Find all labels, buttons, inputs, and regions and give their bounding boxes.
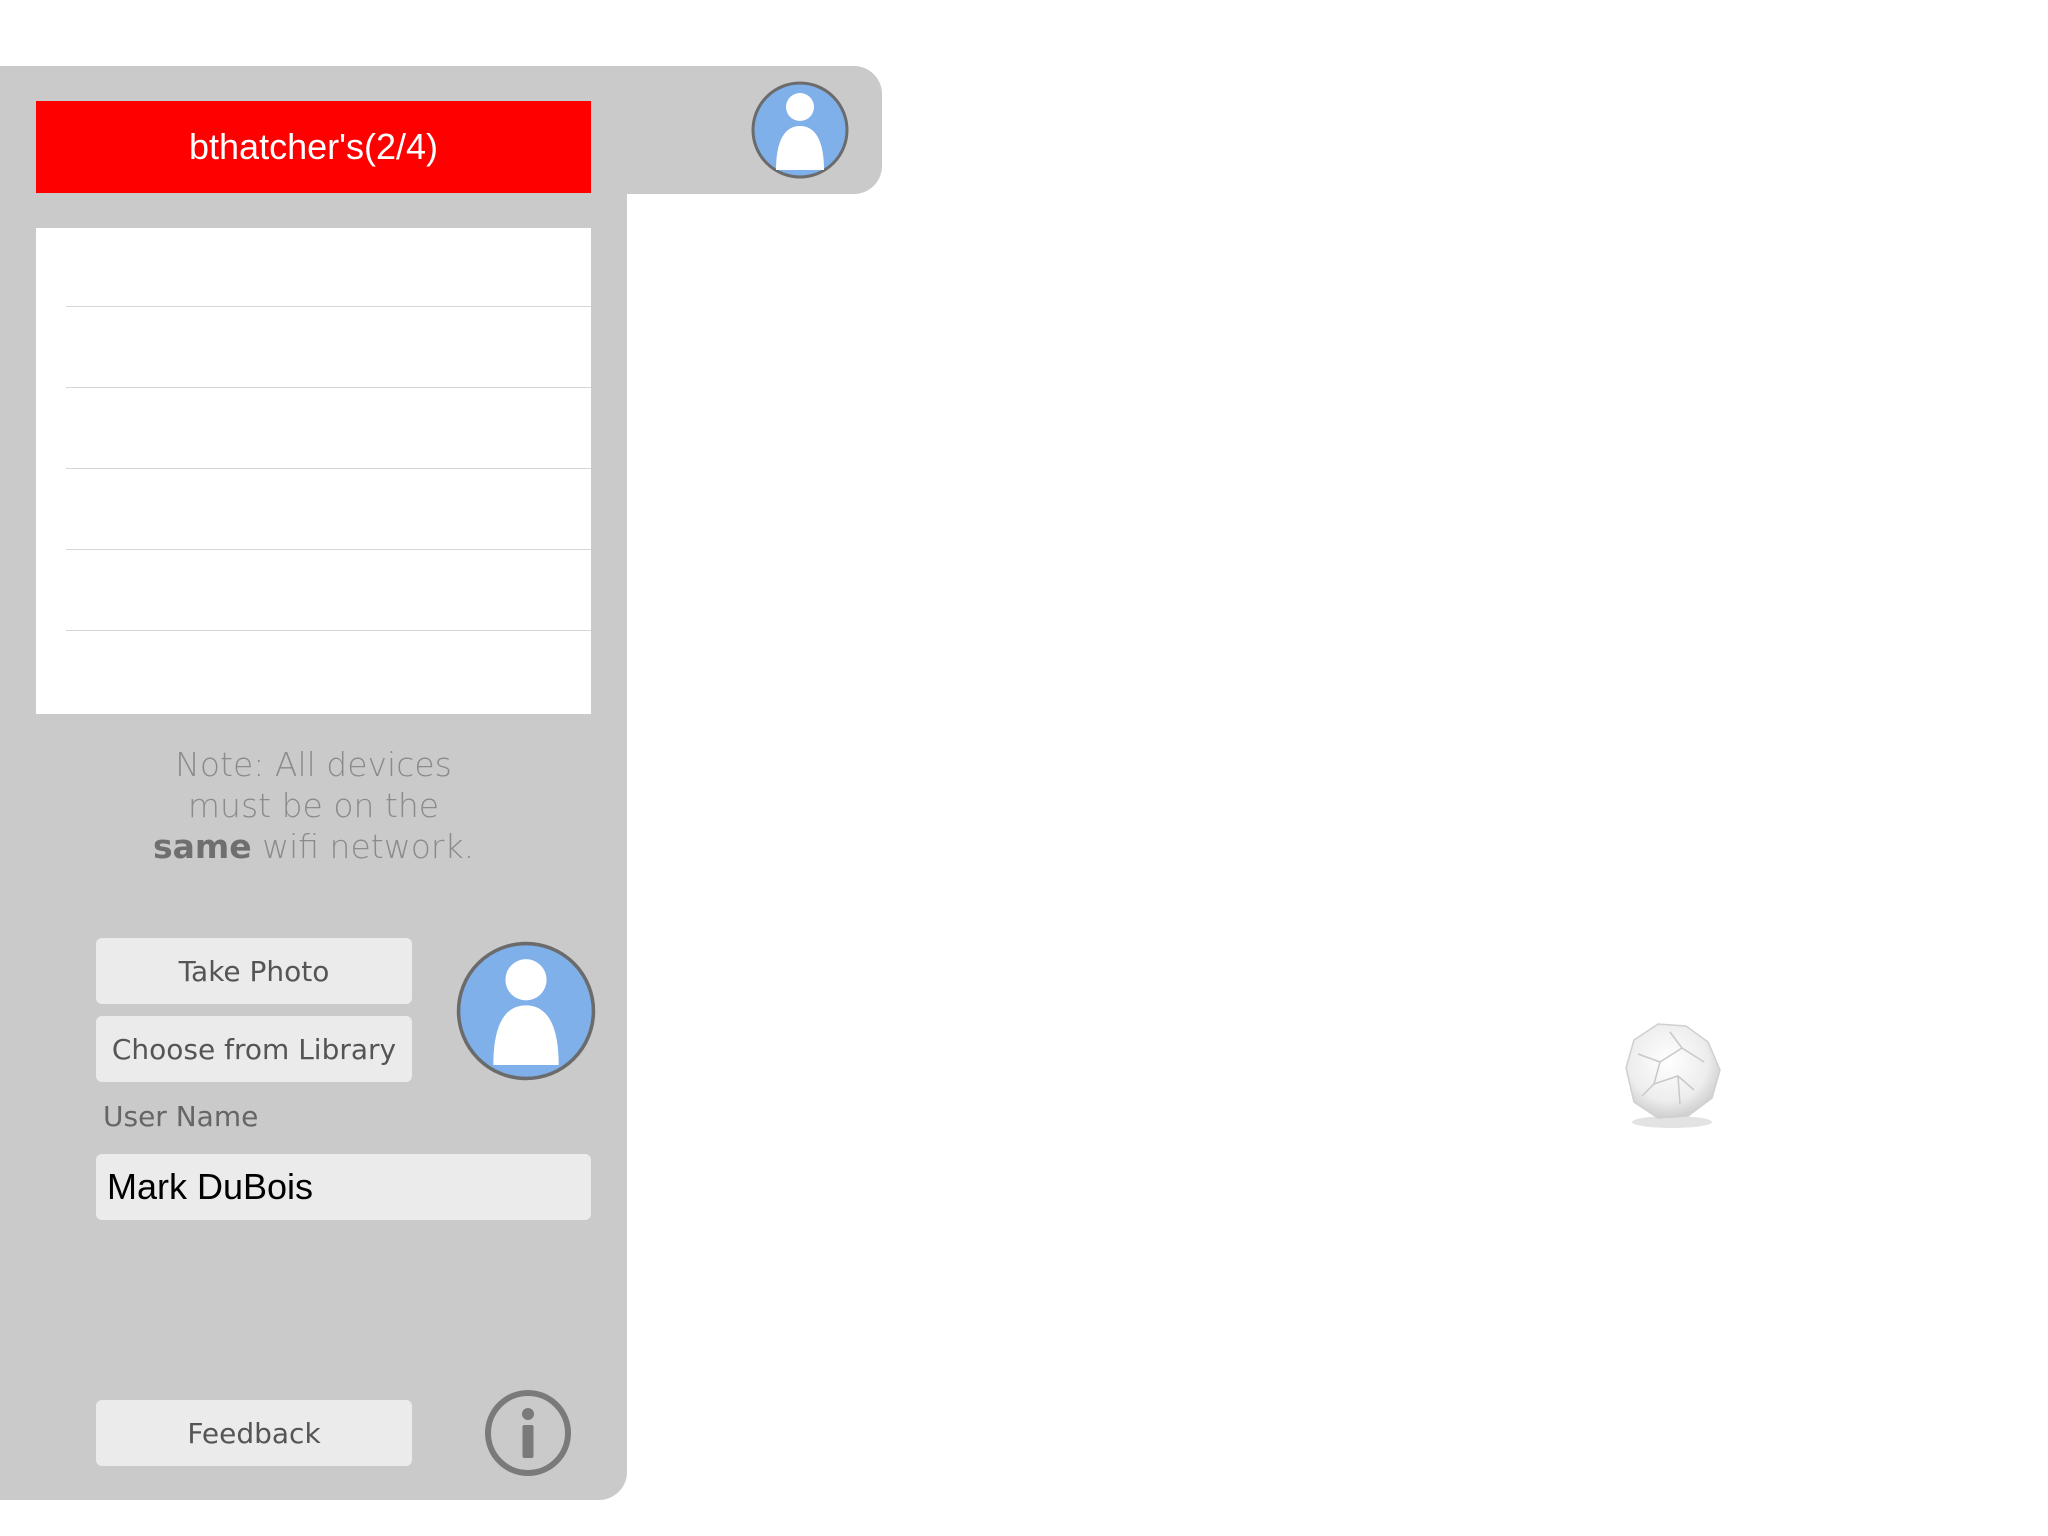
note-line-1: Note: All devices bbox=[175, 745, 452, 784]
feedback-button[interactable]: Feedback bbox=[96, 1400, 412, 1466]
note-line-2: must be on the bbox=[187, 786, 440, 825]
device-list-row[interactable] bbox=[66, 306, 591, 307]
header-avatar-icon[interactable] bbox=[750, 80, 850, 180]
user-name-input[interactable] bbox=[96, 1154, 591, 1220]
session-title: bthatcher's(2/4) bbox=[189, 126, 438, 167]
info-icon[interactable] bbox=[484, 1389, 572, 1477]
user-name-label: User Name bbox=[103, 1100, 259, 1133]
take-photo-button[interactable]: Take Photo bbox=[96, 938, 412, 1004]
device-list bbox=[36, 228, 591, 714]
wifi-note: Note: All devices must be on the same wi… bbox=[36, 744, 591, 867]
note-line-3-rest: wifi network. bbox=[251, 827, 475, 866]
device-list-row[interactable] bbox=[66, 630, 591, 631]
device-list-row[interactable] bbox=[66, 549, 591, 550]
note-line-3: same wifi network. bbox=[36, 826, 591, 867]
crumpled-paper-icon[interactable] bbox=[1608, 1010, 1732, 1134]
note-emphasis: same bbox=[152, 827, 252, 866]
profile-avatar-icon[interactable] bbox=[455, 940, 597, 1082]
session-title-banner[interactable]: bthatcher's(2/4) bbox=[36, 101, 591, 193]
device-list-row[interactable] bbox=[66, 468, 591, 469]
choose-from-library-button[interactable]: Choose from Library bbox=[96, 1016, 412, 1082]
device-list-row[interactable] bbox=[66, 387, 591, 388]
